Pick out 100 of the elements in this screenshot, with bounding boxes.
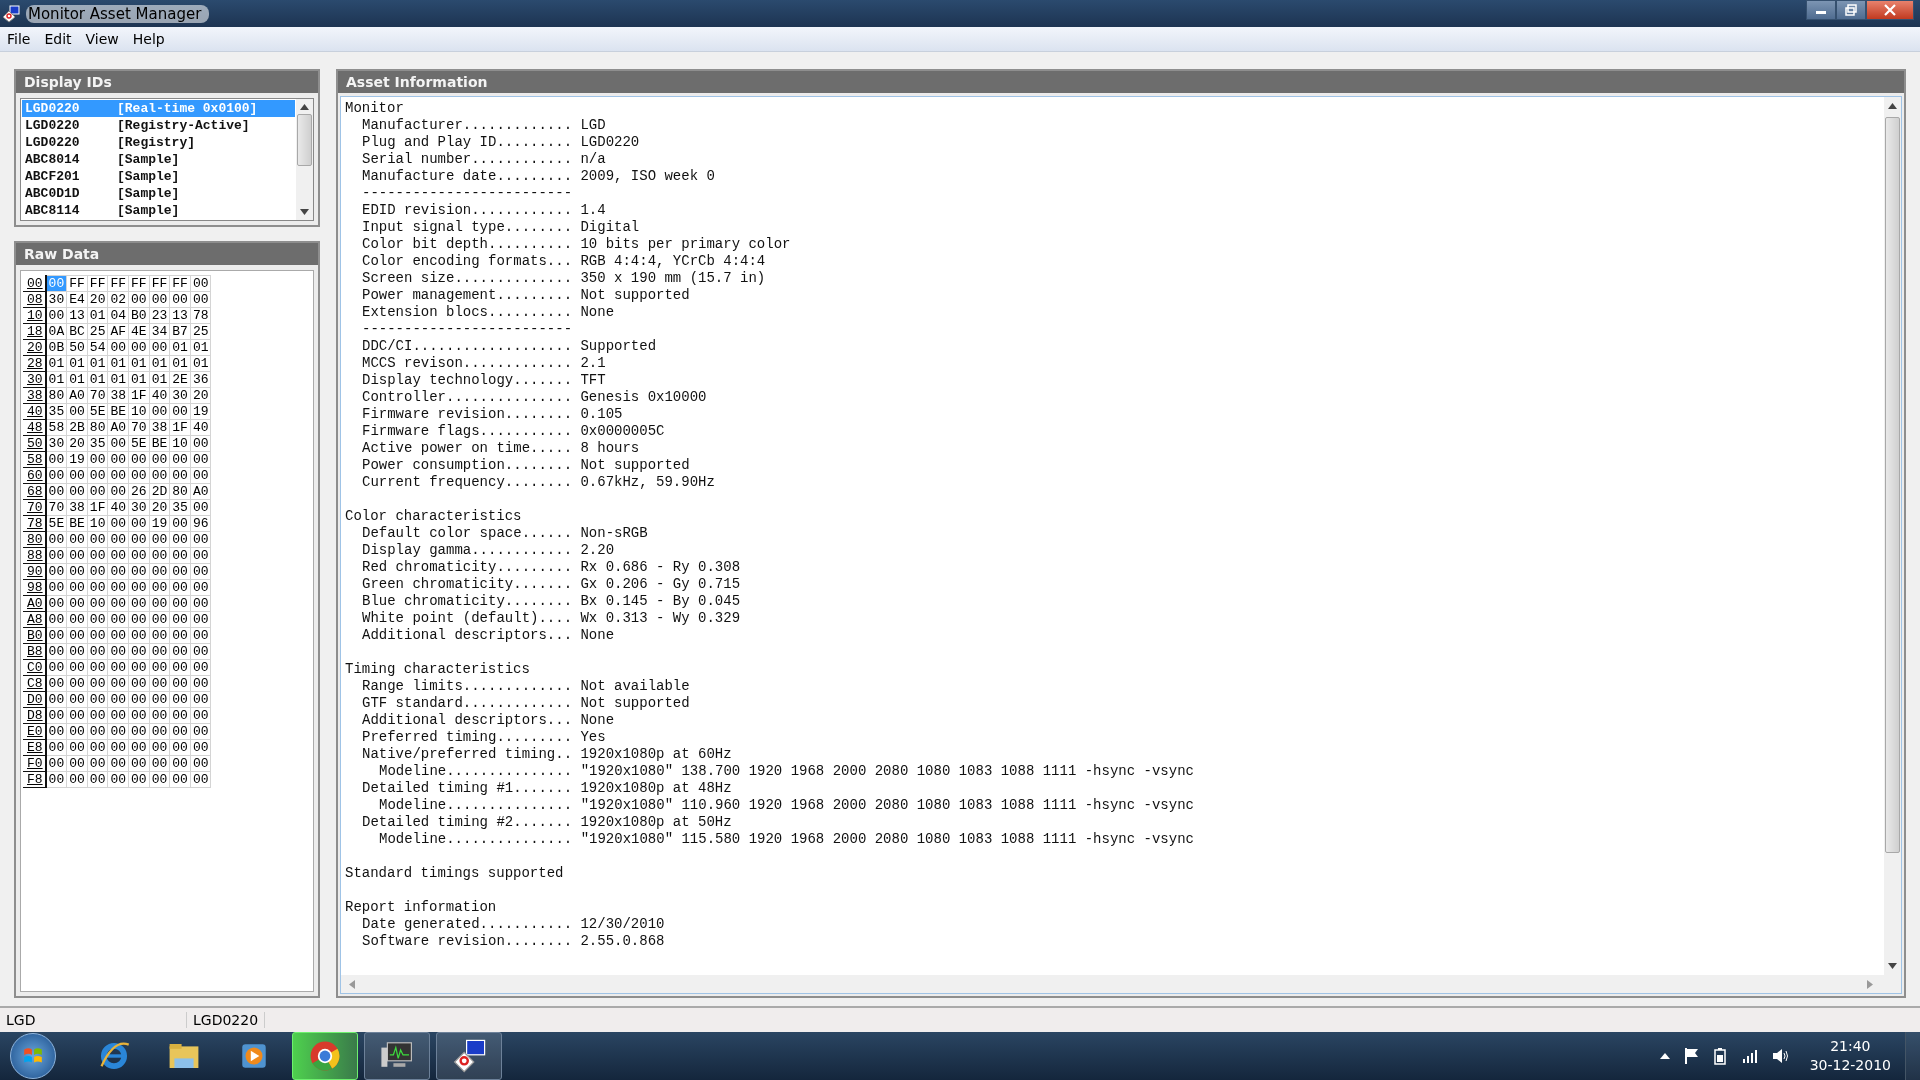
byte-cell[interactable]: 00 bbox=[128, 531, 150, 548]
byte-cell[interactable]: 25 bbox=[190, 323, 211, 340]
byte-cell[interactable]: 5E bbox=[87, 403, 108, 420]
byte-cell[interactable]: 00 bbox=[66, 547, 88, 564]
byte-cell[interactable]: 00 bbox=[169, 547, 191, 564]
byte-cell[interactable]: 00 bbox=[169, 291, 191, 308]
byte-cell[interactable]: 30 bbox=[169, 387, 191, 404]
byte-cell[interactable]: 00 bbox=[107, 563, 129, 580]
byte-cell[interactable]: 25 bbox=[87, 323, 108, 340]
byte-cell[interactable]: AF bbox=[107, 323, 129, 340]
byte-cell[interactable]: 00 bbox=[128, 547, 150, 564]
byte-cell[interactable]: 01 bbox=[169, 339, 191, 356]
byte-cell[interactable]: 00 bbox=[190, 611, 211, 628]
byte-cell[interactable]: 00 bbox=[190, 547, 211, 564]
byte-cell[interactable]: 01 bbox=[169, 355, 191, 372]
byte-cell[interactable]: 10 bbox=[128, 403, 150, 420]
byte-cell[interactable]: 70 bbox=[87, 387, 108, 404]
byte-cell[interactable]: 4E bbox=[128, 323, 150, 340]
byte-cell[interactable]: 00 bbox=[87, 675, 108, 692]
byte-cell[interactable]: 00 bbox=[128, 643, 150, 660]
byte-cell[interactable]: 00 bbox=[128, 739, 150, 756]
byte-cell[interactable]: 00 bbox=[87, 643, 108, 660]
byte-cell[interactable]: 01 bbox=[149, 371, 170, 388]
byte-cell[interactable]: 00 bbox=[107, 771, 129, 788]
byte-cell[interactable]: 00 bbox=[107, 515, 129, 532]
byte-cell[interactable]: 19 bbox=[190, 403, 211, 420]
byte-cell[interactable]: 2B bbox=[66, 419, 88, 436]
byte-cell[interactable]: 00 bbox=[149, 659, 170, 676]
byte-cell[interactable]: A0 bbox=[190, 483, 211, 500]
byte-cell[interactable]: 00 bbox=[190, 755, 211, 772]
byte-cell[interactable]: 00 bbox=[149, 451, 170, 468]
display-id-item[interactable]: LGD0220 [Registry-Active] bbox=[22, 117, 295, 134]
chrome-taskbar-button[interactable] bbox=[292, 1032, 358, 1080]
byte-cell[interactable]: 00 bbox=[190, 627, 211, 644]
byte-cell[interactable]: 00 bbox=[107, 483, 129, 500]
byte-cell[interactable]: 00 bbox=[128, 627, 150, 644]
byte-cell[interactable]: 01 bbox=[190, 339, 211, 356]
byte-cell[interactable]: 38 bbox=[149, 419, 170, 436]
byte-cell[interactable]: 00 bbox=[169, 691, 191, 708]
byte-cell[interactable]: 00 bbox=[169, 723, 191, 740]
byte-cell[interactable]: 00 bbox=[149, 291, 170, 308]
byte-cell[interactable]: 01 bbox=[128, 371, 150, 388]
byte-cell[interactable]: 00 bbox=[87, 755, 108, 772]
byte-cell[interactable]: FF bbox=[107, 275, 129, 292]
byte-cell[interactable]: 00 bbox=[66, 659, 88, 676]
byte-cell[interactable]: 00 bbox=[169, 771, 191, 788]
byte-cell[interactable]: 50 bbox=[66, 339, 88, 356]
byte-cell[interactable]: 00 bbox=[107, 467, 129, 484]
byte-cell[interactable]: 00 bbox=[169, 515, 191, 532]
byte-cell[interactable]: 00 bbox=[190, 675, 211, 692]
byte-cell[interactable]: 00 bbox=[128, 611, 150, 628]
byte-cell[interactable]: 38 bbox=[66, 499, 88, 516]
byte-cell[interactable]: 00 bbox=[45, 691, 67, 708]
byte-cell[interactable]: 40 bbox=[107, 499, 129, 516]
byte-cell[interactable]: 00 bbox=[149, 339, 170, 356]
byte-cell[interactable]: 00 bbox=[45, 467, 67, 484]
byte-cell[interactable]: 00 bbox=[66, 403, 88, 420]
byte-cell[interactable]: FF bbox=[169, 275, 191, 292]
menu-item[interactable]: Help bbox=[125, 31, 172, 47]
display-id-item[interactable]: ABCF201 [Sample] bbox=[22, 168, 295, 185]
display-id-item[interactable]: ABC0D1D [Sample] bbox=[22, 185, 295, 202]
byte-cell[interactable]: 00 bbox=[107, 451, 129, 468]
byte-cell[interactable]: 00 bbox=[45, 707, 67, 724]
scrollbar[interactable] bbox=[1884, 97, 1901, 975]
byte-cell[interactable]: 00 bbox=[190, 531, 211, 548]
byte-cell[interactable]: 00 bbox=[107, 707, 129, 724]
byte-cell[interactable]: 00 bbox=[107, 595, 129, 612]
byte-cell[interactable]: 40 bbox=[149, 387, 170, 404]
byte-cell[interactable]: 00 bbox=[45, 563, 67, 580]
byte-cell[interactable]: 00 bbox=[169, 627, 191, 644]
byte-cell[interactable]: 00 bbox=[107, 659, 129, 676]
byte-cell[interactable]: BC bbox=[66, 323, 88, 340]
byte-cell[interactable]: 01 bbox=[87, 355, 108, 372]
byte-cell[interactable]: 00 bbox=[107, 739, 129, 756]
byte-cell[interactable]: 30 bbox=[45, 435, 67, 452]
byte-cell[interactable]: 40 bbox=[190, 419, 211, 436]
byte-cell[interactable]: 00 bbox=[45, 659, 67, 676]
byte-cell[interactable]: 35 bbox=[87, 435, 108, 452]
byte-cell[interactable]: 00 bbox=[128, 691, 150, 708]
byte-cell[interactable]: BE bbox=[66, 515, 88, 532]
byte-cell[interactable]: 00 bbox=[87, 771, 108, 788]
minimize-button[interactable] bbox=[1806, 0, 1836, 20]
byte-cell[interactable]: 00 bbox=[107, 435, 129, 452]
byte-cell[interactable]: 00 bbox=[87, 483, 108, 500]
byte-cell[interactable]: 00 bbox=[190, 435, 211, 452]
byte-cell[interactable]: 00 bbox=[128, 659, 150, 676]
byte-cell[interactable]: 0A bbox=[45, 323, 67, 340]
byte-cell[interactable]: 00 bbox=[45, 755, 67, 772]
byte-cell[interactable]: 00 bbox=[128, 515, 150, 532]
byte-cell[interactable]: 00 bbox=[45, 723, 67, 740]
byte-cell[interactable]: 00 bbox=[169, 531, 191, 548]
byte-cell[interactable]: 00 bbox=[128, 451, 150, 468]
byte-cell[interactable]: 00 bbox=[190, 467, 211, 484]
byte-cell[interactable]: 00 bbox=[66, 611, 88, 628]
byte-cell[interactable]: BE bbox=[107, 403, 129, 420]
byte-cell[interactable]: 00 bbox=[66, 483, 88, 500]
byte-cell[interactable]: 00 bbox=[128, 707, 150, 724]
close-button[interactable] bbox=[1866, 0, 1914, 20]
flag-icon[interactable] bbox=[1683, 1047, 1700, 1065]
byte-cell[interactable]: 34 bbox=[149, 323, 170, 340]
